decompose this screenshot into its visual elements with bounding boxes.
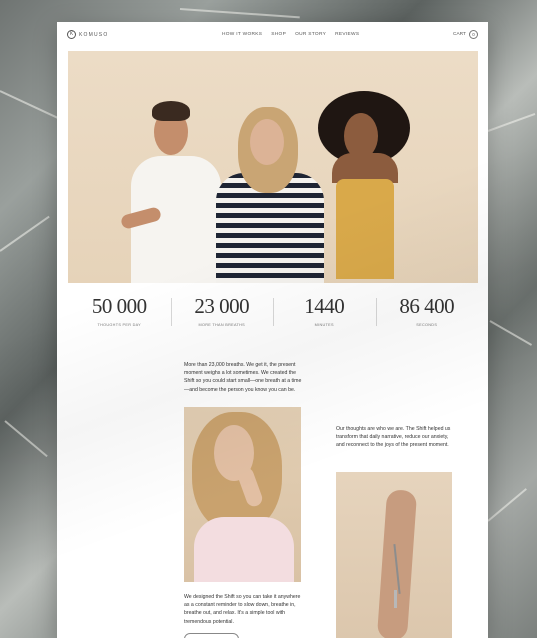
- brand-name: KOMUSO: [79, 31, 109, 38]
- stat-label: MORE THAN BREATHS: [198, 323, 246, 327]
- nav-link-our-story[interactable]: OUR STORY: [295, 32, 326, 37]
- model-woman-yellow: [308, 91, 428, 283]
- outro-paragraph: We designed the Shift so you can take it…: [184, 594, 301, 625]
- nav-link-shop[interactable]: SHOP: [271, 32, 286, 37]
- stat-label: THOUGHTS PER DAY: [97, 323, 142, 327]
- stat-label: SECONDS: [416, 323, 438, 327]
- stat-value: 1440: [304, 294, 345, 318]
- nav-link-how-it-works[interactable]: HOW IT WORKS: [222, 32, 262, 37]
- cart-count-badge: 0: [469, 30, 478, 39]
- cart-label: CART: [453, 32, 466, 37]
- stat-label: MINUTES: [314, 323, 334, 327]
- intro-paragraph: More than 23,000 breaths. We get it, the…: [184, 362, 302, 393]
- stat-breaths: 23 000 MORE THAN BREATHS: [170, 292, 274, 336]
- stats-row: 50 000 THOUGHTS PER DAY 23 000 MORE THAN…: [68, 292, 478, 336]
- hero-image: [68, 51, 478, 283]
- woman-portrait-image: [184, 407, 301, 582]
- stat-value: 86 400: [399, 294, 455, 318]
- stat-value: 23 000: [194, 294, 250, 318]
- marble-vein: [179, 8, 300, 19]
- marble-vein: [489, 320, 533, 346]
- stat-minutes: 1440 MINUTES: [273, 292, 376, 336]
- stat-thoughts: 50 000 THOUGHTS PER DAY: [68, 292, 171, 336]
- nav-links: HOW IT WORKS SHOP OUR STORY REVIEWS: [222, 32, 359, 37]
- marble-vein: [4, 420, 48, 458]
- website-page: K KOMUSO HOW IT WORKS SHOP OUR STORY REV…: [57, 22, 488, 638]
- marble-vein: [0, 215, 50, 252]
- stat-seconds: 86 400 SECONDS: [375, 292, 479, 336]
- marble-vein: [487, 488, 527, 522]
- logo-mark-icon: K: [67, 30, 76, 39]
- marble-vein: [487, 112, 536, 132]
- top-nav: K KOMUSO HOW IT WORKS SHOP OUR STORY REV…: [57, 22, 488, 48]
- stat-value: 50 000: [91, 294, 147, 318]
- marble-vein: [0, 90, 64, 122]
- nav-link-reviews[interactable]: REVIEWS: [335, 32, 359, 37]
- cart-button[interactable]: CART 0: [453, 30, 478, 39]
- side-paragraph: Our thoughts are who we are. The Shift h…: [336, 426, 451, 449]
- cta-button[interactable]: [184, 633, 239, 638]
- hand-necklace-image: [336, 472, 452, 638]
- brand-logo[interactable]: K KOMUSO: [67, 30, 108, 39]
